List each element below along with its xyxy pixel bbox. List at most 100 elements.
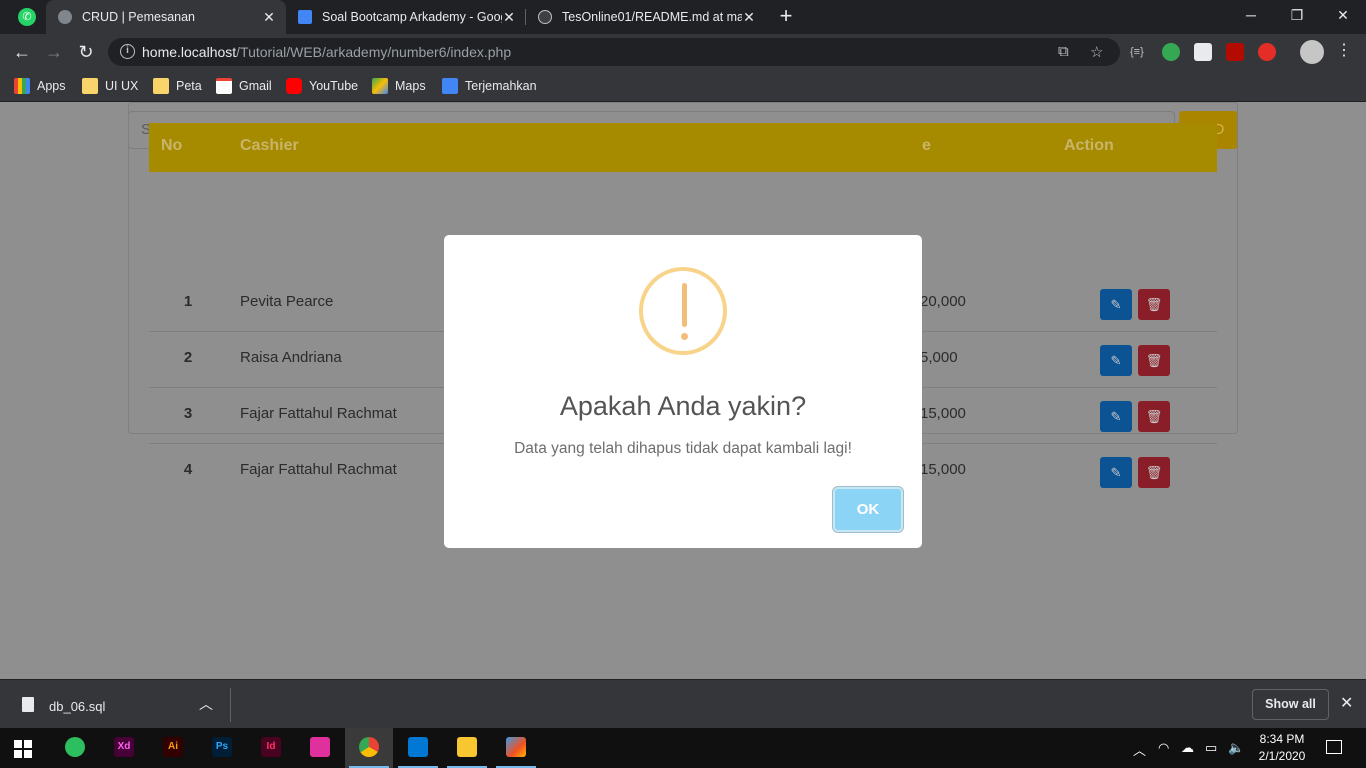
delete-button[interactable]: 🗑 [1138,289,1170,320]
browser-tab-bar: ✆ CRUD | Pemesanan ✕ Soal Bootcamp Arkad… [0,0,1366,34]
tab-title: Soal Bootcamp Arkademy - Goog [322,10,502,24]
edit-icon: ✎ [1110,353,1122,368]
whatsapp-icon[interactable]: ✆ [18,8,36,26]
taskbar-file-explorer[interactable] [443,728,491,768]
battery-icon[interactable]: ▭ [1205,740,1217,756]
tab-google-docs[interactable]: Soal Bootcamp Arkademy - Goog ✕ [286,0,526,34]
edit-button[interactable]: ✎ [1100,345,1132,376]
folder-icon [82,78,98,94]
edit-button[interactable]: ✎ [1100,401,1132,432]
forward-button[interactable]: → [42,40,66,64]
bookmark-gmail[interactable]: Gmail [216,77,272,95]
adobe-xd-icon: Xd [114,737,134,757]
warning-bar [682,283,687,327]
adobe-xd-alt-icon [310,737,330,757]
minimize-button[interactable]: ─ [1228,0,1274,30]
extension-pdf-icon[interactable] [1226,43,1244,61]
bookmark-youtube[interactable]: YouTube [286,77,358,95]
dialog-title: Apakah Anda yakin? [559,391,807,421]
row-no: 1 [183,293,193,310]
bookmark-terjemahkan[interactable]: Terjemahkan [442,77,537,95]
extension-adblock-icon[interactable] [1258,43,1276,61]
notification-icon[interactable] [1326,740,1342,754]
close-tab-icon[interactable]: ✕ [262,9,276,26]
taskbar-paint[interactable] [492,728,540,768]
confirm-dialog: Apakah Anda yakin? Data yang telah dihap… [444,235,922,548]
taskbar-illustrator[interactable]: Ai [149,728,197,768]
paint-icon [506,737,526,757]
volume-icon[interactable]: 🔈 [1228,740,1244,756]
tab-github[interactable]: TesOnline01/README.md at mas ✕ [526,0,766,34]
profile-avatar[interactable] [1300,40,1324,64]
edit-button[interactable]: ✎ [1100,289,1132,320]
close-tab-icon[interactable]: ✕ [742,9,756,26]
adobe-illustrator-icon: Ai [163,737,183,757]
translate-icon[interactable]: ⧉ [1058,43,1069,60]
evernote-icon [65,737,85,757]
delete-button[interactable]: 🗑 [1138,401,1170,432]
close-window-button[interactable]: ✕ [1320,0,1366,30]
menu-icon[interactable]: ⋮ [1336,40,1352,60]
extension-json-icon[interactable]: {≡} [1130,43,1148,61]
taskbar-evernote[interactable] [51,728,99,768]
bookmark-ui-ux[interactable]: UI UX [82,77,138,95]
download-bar: db_06.sql ︿ Show all ✕ [0,679,1366,728]
extension-document-icon[interactable] [1194,43,1212,61]
url-text[interactable]: home.localhost/Tutorial/WEB/arkademy/num… [142,44,511,60]
close-download-bar-icon[interactable]: ✕ [1340,693,1353,713]
tab-crud[interactable]: CRUD | Pemesanan ✕ [46,0,286,34]
address-bar[interactable]: i home.localhost/Tutorial/WEB/arkademy/n… [108,38,1120,66]
close-tab-icon[interactable]: ✕ [502,9,516,26]
table-header: No Cashier e Action [149,123,1217,172]
taskbar-vscode[interactable] [394,728,442,768]
taskbar-xd-alt[interactable] [296,728,344,768]
gmail-icon [216,78,232,94]
globe-icon [58,10,72,24]
edit-button[interactable]: ✎ [1100,457,1132,488]
youtube-icon [286,78,302,94]
tab-title: CRUD | Pemesanan [82,10,196,24]
site-info-icon[interactable]: i [120,44,135,59]
delete-button[interactable]: 🗑 [1138,457,1170,488]
wifi-icon[interactable]: ◠ [1158,740,1169,756]
row-price: 20,000 [920,293,966,310]
vscode-icon [408,737,428,757]
bookmark-star-icon[interactable]: ☆ [1090,43,1103,61]
dialog-message: Data yang telah dihapus tidak dapat kamb… [514,440,852,457]
edit-icon: ✎ [1110,465,1122,480]
row-no: 3 [183,405,193,422]
row-cashier: Raisa Andriana [240,349,342,366]
clock-date: 2/1/2020 [1258,749,1306,763]
trash-icon: 🗑 [1145,465,1163,480]
ok-button[interactable]: OK [833,487,903,532]
chevron-up-icon[interactable]: ︿ [1133,740,1146,759]
taskbar-chrome[interactable] [345,728,393,768]
clock-time: 8:34 PM [1259,732,1305,746]
new-tab-button[interactable]: + [776,4,796,28]
translate-icon [442,78,458,94]
taskbar-clock[interactable]: 8:34 PM 2/1/2020 [1252,731,1312,765]
taskbar-xd[interactable]: Xd [100,728,148,768]
google-docs-icon [298,10,312,24]
bookmarks-bar: Apps UI UX Peta Gmail YouTube Maps Terje… [0,70,1366,102]
header-no: No [161,137,183,154]
folder-icon [153,78,169,94]
bookmark-peta[interactable]: Peta [153,77,202,95]
taskbar-photoshop[interactable]: Ps [198,728,246,768]
adobe-indesign-icon: Id [261,737,281,757]
bookmark-apps[interactable]: Apps [14,77,66,95]
restore-button[interactable]: ❐ [1274,0,1320,30]
windows-start-icon[interactable] [14,740,32,758]
bookmark-maps[interactable]: Maps [372,77,426,95]
extension-google-icon[interactable] [1162,43,1180,61]
taskbar-indesign[interactable]: Id [247,728,295,768]
download-file-name[interactable]: db_06.sql [49,699,105,714]
cloud-icon[interactable]: ☁ [1181,740,1194,756]
row-price: 15,000 [920,405,966,422]
github-icon [538,10,552,24]
back-button[interactable]: ← [10,40,34,64]
chevron-up-icon[interactable]: ︿ [199,694,213,714]
reload-button[interactable]: ↻ [74,40,98,64]
show-all-button[interactable]: Show all [1252,689,1329,720]
delete-button[interactable]: 🗑 [1138,345,1170,376]
